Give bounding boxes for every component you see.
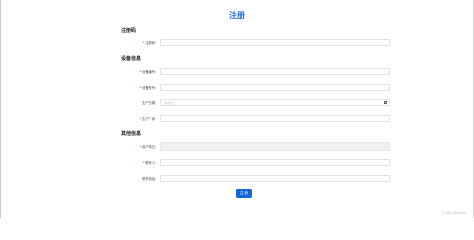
production-date-placeholder: 年/月/日: [164, 101, 176, 105]
registration-code-input[interactable]: [160, 39, 390, 46]
production-date-input[interactable]: 年/月/日: [160, 99, 390, 106]
contact-person-label-text: 联系人:: [145, 161, 156, 165]
user-unit-label: *用户单位:: [96, 144, 156, 149]
device-serial-label-text: 设备编号:: [142, 70, 156, 74]
user-unit-label-text: 用户单位:: [142, 145, 156, 149]
device-model-input[interactable]: [160, 84, 390, 91]
required-marker: *: [139, 86, 142, 90]
contact-person-label: *联系人:: [96, 160, 156, 165]
page-title: 注册: [229, 11, 245, 20]
contact-phone-label: 联系电话:: [142, 177, 156, 181]
manufacturer-input[interactable]: [160, 115, 390, 122]
calendar-icon[interactable]: [384, 101, 387, 104]
device-model-label-text: 设备型号:: [142, 86, 156, 90]
manufacturer-label-text: 生产厂家:: [142, 117, 156, 121]
production-date-label: 生产日期:: [142, 101, 156, 105]
register-button[interactable]: 注 册: [236, 189, 252, 198]
registration-code-label: *注册码:: [96, 40, 156, 45]
user-unit-input[interactable]: [160, 142, 390, 151]
left-border: [0, 0, 1, 218]
required-marker: *: [139, 145, 142, 149]
section-device-info: 设备信息: [121, 56, 142, 62]
registration-code-label-text: 注册码:: [145, 41, 156, 45]
section-registration-code: 注册码: [121, 28, 137, 34]
required-marker: *: [139, 117, 142, 121]
section-other-info: 其他信息: [121, 131, 142, 137]
device-serial-input[interactable]: [160, 68, 390, 75]
required-marker: *: [139, 70, 142, 74]
contact-phone-input[interactable]: [160, 175, 390, 182]
manufacturer-label: *生产厂家:: [96, 116, 156, 121]
device-serial-label: *设备编号:: [96, 69, 156, 74]
contact-person-input[interactable]: [160, 159, 390, 166]
device-model-label: *设备型号:: [96, 85, 156, 90]
watermark: CSDN @gzi5u: [441, 211, 466, 215]
